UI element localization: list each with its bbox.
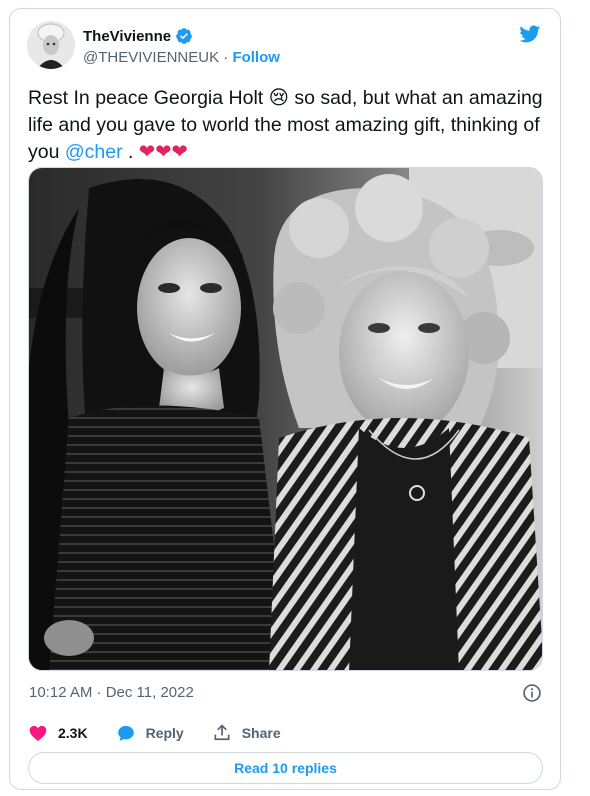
reply-button[interactable]: Reply — [116, 723, 184, 743]
hearts-emoji: ❤❤❤ — [138, 141, 188, 163]
heart-icon — [29, 725, 47, 741]
photo-image — [29, 168, 542, 670]
verified-badge-icon — [176, 28, 192, 44]
tweet-text: Rest In peace Georgia Holt 😢 so sad, but… — [28, 85, 548, 166]
handle[interactable]: @THEVIVIENNEUK — [83, 49, 219, 66]
author-name-row[interactable]: TheVivienne — [83, 27, 193, 45]
like-button[interactable]: 2.3K — [28, 723, 88, 743]
mention-link[interactable]: @cher — [65, 141, 123, 163]
tweet-photo[interactable] — [28, 167, 543, 671]
share-button[interactable]: Share — [212, 723, 281, 743]
tweet-text-part3: . — [122, 141, 139, 163]
reply-bubble-icon — [117, 725, 134, 741]
info-icon[interactable] — [522, 683, 542, 703]
share-icon — [214, 724, 230, 741]
follow-button[interactable]: Follow — [232, 49, 280, 66]
action-bar: 2.3K Reply Share — [28, 723, 309, 743]
separator-dot: · — [219, 49, 233, 66]
avatar[interactable] — [27, 21, 75, 69]
twitter-bird-icon[interactable] — [517, 23, 542, 45]
like-count: 2.3K — [58, 725, 88, 741]
handle-line: @THEVIVIENNEUK · Follow — [83, 49, 280, 66]
tweet-card: TheVivienne @THEVIVIENNEUK · Follow Rest… — [9, 8, 561, 790]
tweet-text-part1: Rest In peace Georgia Holt — [28, 87, 269, 109]
read-replies-label: Read 10 replies — [234, 760, 337, 776]
tweet-timestamp[interactable]: 10:12 AM · Dec 11, 2022 — [29, 684, 194, 701]
crying-face-emoji: 😢 — [268, 87, 289, 109]
read-replies-button[interactable]: Read 10 replies — [28, 752, 543, 784]
display-name[interactable]: TheVivienne — [83, 28, 171, 45]
reply-label: Reply — [145, 725, 184, 741]
share-label: Share — [241, 725, 281, 741]
